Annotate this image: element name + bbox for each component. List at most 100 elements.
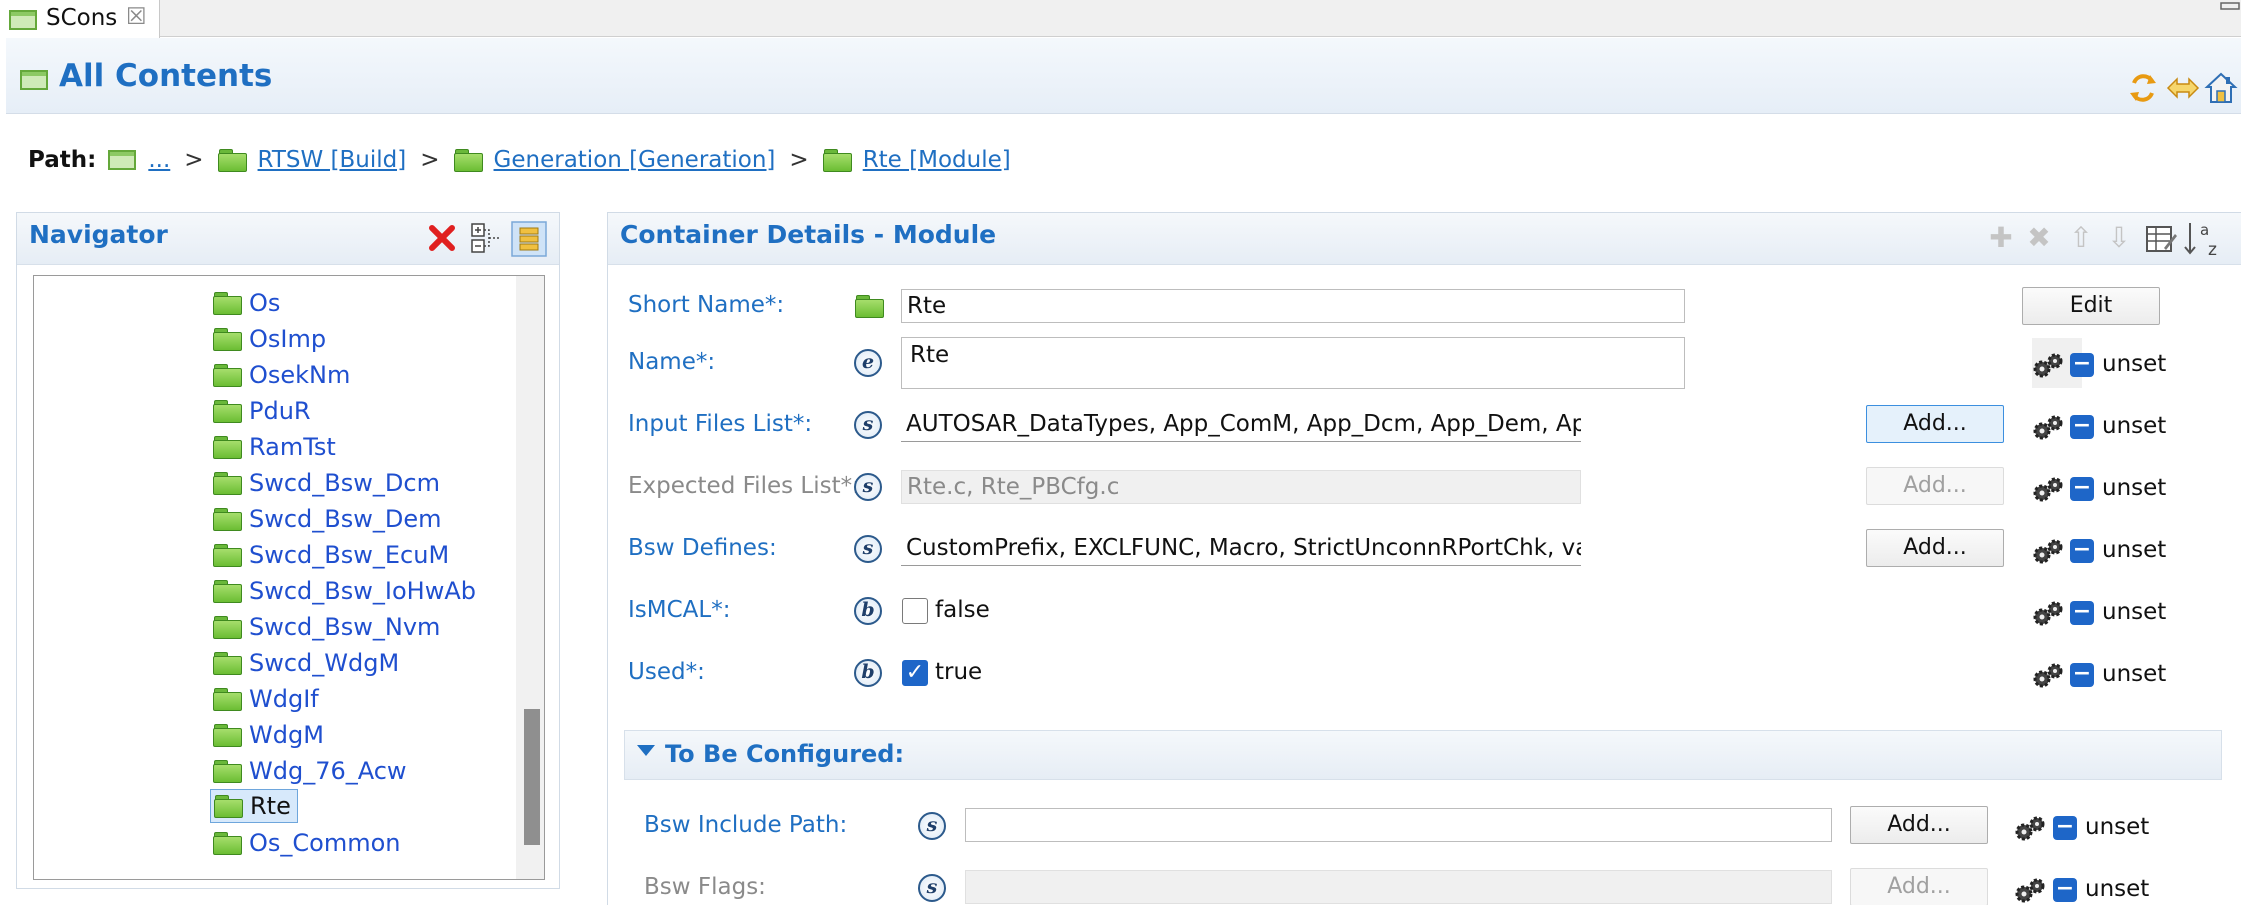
- tree-item[interactable]: Os_Common: [213, 826, 401, 860]
- tree-item[interactable]: OsImp: [213, 322, 326, 356]
- tree-item[interactable]: Swcd_Bsw_Dcm: [213, 466, 440, 500]
- tree-item[interactable]: Swcd_Bsw_EcuM: [213, 538, 449, 572]
- svg-text:a: a: [2200, 221, 2209, 239]
- is-mcal-checkbox[interactable]: [902, 598, 928, 624]
- move-down-icon[interactable]: ⇩: [2102, 221, 2136, 255]
- home-icon[interactable]: [2204, 71, 2238, 105]
- name-label: Name*:: [628, 349, 716, 375]
- tree-item[interactable]: Swcd_WdgM: [213, 646, 399, 680]
- collapse-triangle-icon[interactable]: [637, 745, 655, 756]
- breadcrumb-rte-link[interactable]: Rte [Module]: [863, 147, 1011, 173]
- gears-icon[interactable]: [2030, 475, 2066, 505]
- breadcrumb-separator: >: [420, 147, 440, 173]
- add-bsw-include-path-button[interactable]: Add...: [1850, 806, 1988, 844]
- details-header: Container Details - Module ✚ ✖ ⇧ ⇩ a z: [608, 213, 2241, 265]
- sort-alphabetically-icon[interactable]: a z: [2182, 219, 2222, 259]
- tree-item-label: Swcd_Bsw_EcuM: [249, 541, 450, 569]
- add-bsw-defines-button[interactable]: Add...: [1866, 529, 2004, 567]
- folder-icon: [214, 795, 243, 818]
- remove-filter-icon[interactable]: [427, 223, 457, 253]
- bsw-flags-field: [965, 870, 1832, 904]
- navigator-scrollbar[interactable]: [516, 276, 544, 879]
- tree-item[interactable]: Swcd_Bsw_Dem: [213, 502, 442, 536]
- folder-icon: [213, 832, 242, 855]
- link-with-editor-icon[interactable]: [2166, 71, 2200, 105]
- unset-minus-icon[interactable]: −: [2053, 816, 2077, 840]
- tree-item[interactable]: Wdg_76_Acw: [213, 754, 407, 788]
- scrollbar-thumb[interactable]: [524, 709, 540, 845]
- short-name-field[interactable]: Rte: [901, 289, 1685, 323]
- selection-highlight: Rte: [210, 789, 298, 823]
- edit-button[interactable]: Edit: [2022, 287, 2160, 325]
- gears-icon[interactable]: [2030, 351, 2066, 381]
- bsw-include-path-field[interactable]: [965, 808, 1832, 842]
- folder-icon: [213, 652, 242, 675]
- expected-files-field: Rte.c, Rte_PBCfg.c: [901, 470, 1581, 504]
- page-title: All Contents: [59, 58, 273, 94]
- boolean-type-icon: b: [854, 597, 882, 625]
- sync-icon[interactable]: [2126, 71, 2160, 105]
- unset-label: unset: [2102, 351, 2167, 377]
- svg-text:z: z: [2208, 240, 2217, 259]
- breadcrumb-root-link[interactable]: ...: [148, 147, 170, 173]
- unset-minus-icon[interactable]: −: [2053, 878, 2077, 902]
- navigator-tree[interactable]: Os OsImp OsekNm PduR RamTst Swcd_Bsw_Dcm…: [33, 275, 545, 880]
- tree-item-label: Swcd_Bsw_Dem: [249, 505, 442, 533]
- gears-icon[interactable]: [2030, 537, 2066, 567]
- gears-icon[interactable]: [2012, 876, 2048, 905]
- string-type-icon: s: [854, 535, 882, 563]
- scons-icon: [9, 10, 37, 30]
- folder-icon: [213, 724, 242, 747]
- delete-icon[interactable]: ✖: [2022, 221, 2056, 255]
- edit-table-icon[interactable]: [2144, 222, 2178, 256]
- unset-minus-icon[interactable]: −: [2070, 601, 2094, 625]
- string-type-icon: s: [854, 411, 882, 439]
- tree-item[interactable]: OsekNm: [213, 358, 350, 392]
- unset-minus-icon[interactable]: −: [2070, 477, 2094, 501]
- unset-minus-icon[interactable]: −: [2070, 415, 2094, 439]
- bsw-include-path-label: Bsw Include Path:: [644, 812, 848, 838]
- string-type-icon: s: [918, 874, 946, 902]
- bsw-defines-field[interactable]: CustomPrefix, EXCLFUNC, Macro, StrictUnc…: [901, 532, 1581, 566]
- breadcrumb-generation-link[interactable]: Generation [Generation]: [494, 147, 776, 173]
- tree-item[interactable]: Swcd_Bsw_Nvm: [213, 610, 440, 644]
- folder-icon: [213, 616, 242, 639]
- unset-minus-icon[interactable]: −: [2070, 539, 2094, 563]
- breadcrumb-rtsw-link[interactable]: RTSW [Build]: [258, 147, 407, 173]
- tree-item[interactable]: PduR: [213, 394, 311, 428]
- gears-icon[interactable]: [2030, 413, 2066, 443]
- details-title: Container Details - Module: [620, 220, 997, 249]
- string-type-icon: e: [854, 349, 882, 377]
- link-navigator-icon[interactable]: [511, 221, 547, 257]
- gears-icon[interactable]: [2030, 599, 2066, 629]
- to-be-configured-section[interactable]: To Be Configured:: [624, 730, 2222, 780]
- gears-icon[interactable]: [2030, 661, 2066, 691]
- tree-item[interactable]: Os: [213, 286, 280, 320]
- navigator-panel: Navigator Os OsImp OsekNm PduR RamTst Sw…: [16, 212, 560, 889]
- input-files-label: Input Files List*:: [628, 411, 813, 437]
- tree-item-label: OsImp: [249, 325, 327, 353]
- tree-item[interactable]: WdgIf: [213, 682, 319, 716]
- gears-icon[interactable]: [2012, 814, 2048, 844]
- tree-item-label: WdgM: [249, 721, 324, 749]
- tab-scons[interactable]: SCons ☒: [0, 0, 160, 38]
- input-files-field[interactable]: AUTOSAR_DataTypes, App_ComM, App_Dcm, Ap…: [901, 408, 1581, 442]
- used-checkbox[interactable]: ✓: [902, 660, 928, 686]
- unset-minus-icon[interactable]: −: [2070, 353, 2094, 377]
- name-field[interactable]: Rte: [901, 337, 1685, 389]
- close-icon[interactable]: ☒: [126, 4, 147, 30]
- folder-icon: [453, 149, 483, 172]
- minimize-icon[interactable]: [2219, 0, 2241, 12]
- tree-item[interactable]: WdgM: [213, 718, 324, 752]
- tree-item-selected[interactable]: Rte: [210, 789, 298, 823]
- unset-minus-icon[interactable]: −: [2070, 663, 2094, 687]
- expand-collapse-icon[interactable]: [469, 221, 503, 255]
- boolean-type-icon: b: [854, 659, 882, 687]
- add-input-files-button[interactable]: Add...: [1866, 405, 2004, 443]
- folder-icon: [213, 328, 242, 351]
- tree-item-label: Os: [249, 289, 281, 317]
- move-up-icon[interactable]: ⇧: [2064, 221, 2098, 255]
- tree-item[interactable]: RamTst: [213, 430, 336, 464]
- add-icon[interactable]: ✚: [1984, 221, 2018, 255]
- tree-item[interactable]: Swcd_Bsw_IoHwAb: [213, 574, 476, 608]
